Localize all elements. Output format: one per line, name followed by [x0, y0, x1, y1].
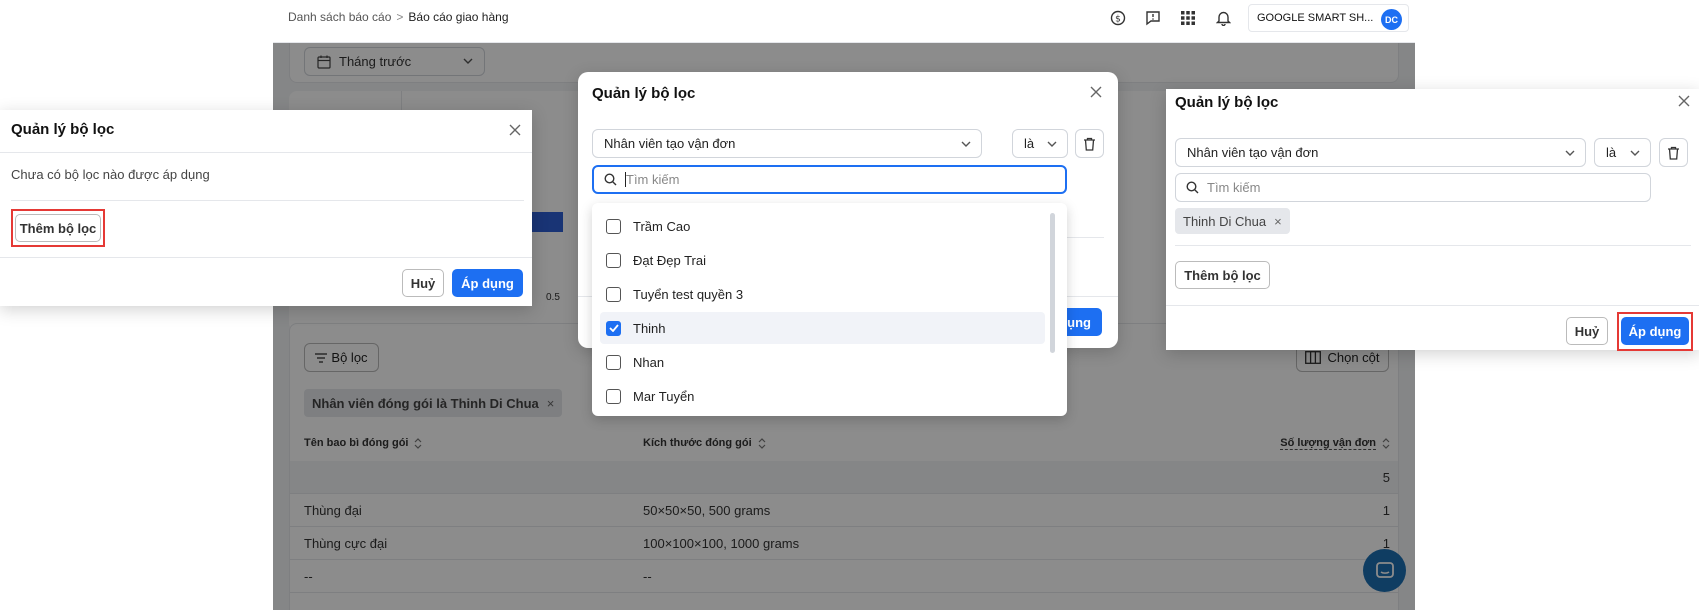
shop-switcher[interactable]: GOOGLE SMART SH... DC: [1248, 4, 1409, 32]
dropdown-scrollbar[interactable]: [1050, 213, 1055, 353]
checkbox[interactable]: [606, 286, 621, 302]
apps-grid-icon[interactable]: [1178, 8, 1198, 28]
highlight-box: [11, 209, 105, 247]
filter-field-select[interactable]: Nhân viên tạo vận đơn: [1175, 138, 1586, 167]
highlight-box: [1617, 312, 1693, 351]
search-placeholder: Tìm kiếm: [626, 172, 680, 187]
option-search-input[interactable]: Tìm kiếm: [1175, 173, 1651, 202]
filter-operator-value: là: [1606, 145, 1617, 160]
top-bar: Danh sách báo cáo > Báo cáo giao hàng $ …: [273, 0, 1415, 43]
breadcrumb-parent[interactable]: Danh sách báo cáo: [288, 10, 391, 24]
option-item[interactable]: Tuyển test quyền 3: [600, 278, 1045, 310]
checkbox[interactable]: [606, 252, 621, 268]
filter-operator-value: là: [1024, 136, 1035, 151]
filter-manager-dialog-empty: Quản lý bộ lọc Chưa có bộ lọc nào được á…: [0, 110, 532, 306]
currency-exchange-icon[interactable]: $: [1108, 8, 1128, 28]
option-dropdown: Trầm Cao Đạt Đẹp Trai Tuyển test quyền 3…: [592, 203, 1067, 416]
option-search-input[interactable]: Tìm kiếm: [592, 165, 1067, 194]
check-icon: [608, 324, 619, 332]
chevron-down-icon: [1565, 150, 1575, 156]
shop-name: GOOGLE SMART SH...: [1257, 12, 1374, 24]
chevron-down-icon: [1047, 141, 1057, 147]
close-icon[interactable]: [1089, 85, 1103, 99]
breadcrumb: Danh sách báo cáo > Báo cáo giao hàng: [288, 10, 509, 24]
delete-filter-button[interactable]: [1659, 138, 1688, 167]
avatar[interactable]: DC: [1381, 9, 1402, 30]
chevron-down-icon: [1630, 150, 1640, 156]
option-item[interactable]: Trầm Cao: [600, 210, 1045, 242]
empty-filter-text: Chưa có bộ lọc nào được áp dụng: [11, 167, 210, 182]
search-icon: [1186, 181, 1199, 194]
close-icon[interactable]: [1677, 94, 1691, 108]
option-item[interactable]: Đạt Đẹp Trai: [600, 244, 1045, 276]
feedback-icon[interactable]: [1143, 8, 1163, 28]
trash-icon: [1084, 137, 1095, 151]
bell-icon[interactable]: [1213, 8, 1233, 28]
filter-field-value: Nhân viên tạo vận đơn: [604, 136, 736, 151]
checkbox-checked[interactable]: [606, 320, 621, 336]
cancel-button[interactable]: Huỷ: [402, 269, 444, 297]
chevron-down-icon: [961, 141, 971, 147]
svg-text:$: $: [1115, 15, 1121, 25]
search-placeholder: Tìm kiếm: [1207, 180, 1261, 195]
checkbox[interactable]: [606, 354, 621, 370]
add-filter-button[interactable]: Thêm bộ lọc: [1175, 261, 1270, 289]
dialog-title: Quản lý bộ lọc: [1175, 94, 1279, 111]
option-label: Nhan: [633, 354, 665, 370]
option-item[interactable]: Mar Tuyển: [600, 380, 1045, 412]
dialog-title: Quản lý bộ lọc: [592, 85, 696, 102]
filter-manager-dialog-applied: Quản lý bộ lọc Nhân viên tạo vận đơn là …: [1166, 89, 1699, 351]
cancel-button[interactable]: Huỷ: [1566, 317, 1608, 345]
option-label: Thinh: [633, 320, 666, 336]
filter-operator-select[interactable]: là: [1594, 138, 1651, 167]
option-label: Mar Tuyển: [633, 388, 695, 404]
apply-button[interactable]: Áp dụng: [452, 269, 523, 297]
selected-option-chip: Thinh Di Chua ×: [1175, 208, 1290, 234]
breadcrumb-separator: >: [396, 10, 404, 24]
option-item[interactable]: Nhan: [600, 346, 1045, 378]
filter-operator-select[interactable]: là: [1012, 129, 1068, 158]
breadcrumb-current: Báo cáo giao hàng: [408, 10, 509, 24]
remove-chip-icon[interactable]: ×: [1274, 214, 1282, 229]
option-label: Trầm Cao: [633, 218, 691, 234]
delete-filter-button[interactable]: [1075, 129, 1104, 158]
close-icon[interactable]: [508, 123, 522, 137]
option-label: Đạt Đẹp Trai: [633, 252, 706, 268]
checkbox[interactable]: [606, 388, 621, 404]
filter-field-value: Nhân viên tạo vận đơn: [1187, 145, 1319, 160]
filter-field-select[interactable]: Nhân viên tạo vận đơn: [592, 129, 982, 158]
option-label: Tuyển test quyền 3: [633, 286, 744, 302]
dialog-title: Quản lý bộ lọc: [11, 121, 115, 138]
selected-option-label: Thinh Di Chua: [1183, 213, 1267, 229]
option-item[interactable]: Thinh: [600, 312, 1045, 344]
search-icon: [604, 173, 617, 186]
trash-icon: [1668, 146, 1679, 160]
checkbox[interactable]: [606, 218, 621, 234]
